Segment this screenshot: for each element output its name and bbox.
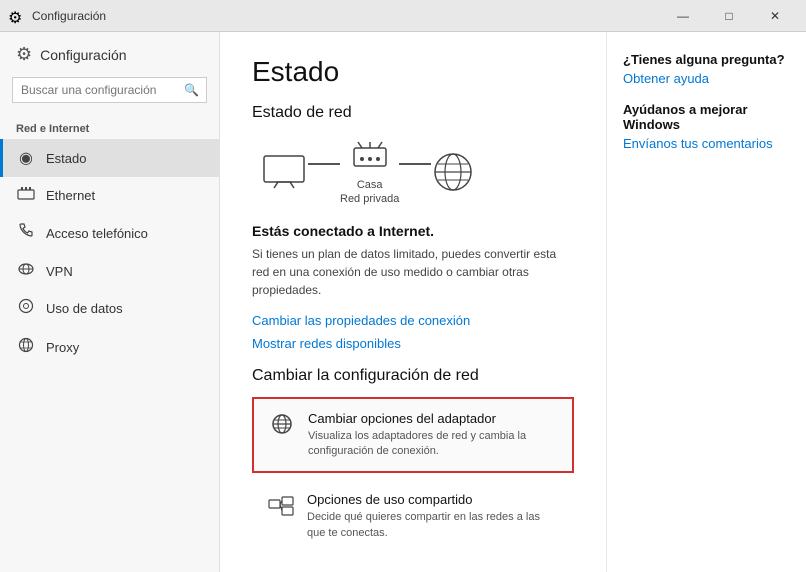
- cambiar-config-title: Cambiar la configuración de red: [252, 367, 574, 385]
- page-title: Estado: [252, 56, 574, 88]
- sidebar-item-label-uso: Uso de datos: [46, 301, 123, 316]
- sidebar-header-title: Configuración: [40, 47, 126, 63]
- sidebar-section-label: Red e Internet: [0, 115, 219, 139]
- feedback-link[interactable]: Envíanos tus comentarios: [623, 136, 790, 151]
- improve-label: Ayúdanos a mejorar Windows: [623, 102, 790, 132]
- sidebar-item-estado[interactable]: ◉ Estado: [0, 139, 219, 177]
- sidebar-item-label-vpn: VPN: [46, 264, 73, 279]
- connected-text: Estás conectado a Internet.: [252, 223, 574, 239]
- help-link[interactable]: Obtener ayuda: [623, 71, 790, 86]
- sidebar-search[interactable]: 🔍: [12, 77, 207, 103]
- pc-node: [260, 154, 308, 190]
- compartido-title: Opciones de uso compartido: [307, 492, 559, 507]
- search-input[interactable]: [12, 77, 207, 103]
- data-icon: [16, 298, 36, 319]
- search-icon: 🔍: [184, 83, 199, 97]
- maximize-button[interactable]: □: [706, 0, 752, 32]
- option-cambiar-adaptador[interactable]: Cambiar opciones del adaptador Visualiza…: [252, 397, 574, 474]
- compartido-icon: [267, 494, 295, 522]
- estado-icon: ◉: [16, 148, 36, 168]
- sidebar-item-label-proxy: Proxy: [46, 340, 79, 355]
- router-label: CasaRed privada: [340, 178, 399, 207]
- sidebar-item-vpn[interactable]: VPN: [0, 253, 219, 289]
- title-bar: ⚙ Configuración — □ ✕: [0, 0, 806, 32]
- title-bar-left: ⚙ Configuración: [8, 8, 106, 24]
- sidebar-item-ethernet[interactable]: Ethernet: [0, 177, 219, 214]
- compartido-desc: Decide qué quieres compartir en las rede…: [307, 510, 559, 541]
- network-section-title: Estado de red: [252, 104, 574, 122]
- network-diagram: CasaRed privada: [260, 138, 574, 207]
- option-solucionador[interactable]: Solucionador de problemas de red Diagnos…: [252, 560, 574, 572]
- feedback-section: Ayúdanos a mejorar Windows Envíanos tus …: [623, 102, 790, 151]
- sidebar-header: ⚙ Configuración: [0, 32, 219, 73]
- sidebar-header-icon: ⚙: [16, 44, 32, 65]
- main-content: Estado Estado de red: [220, 32, 606, 572]
- pc-icon: [260, 154, 308, 190]
- app-icon: ⚙: [8, 8, 24, 24]
- sidebar: ⚙ Configuración 🔍 Red e Internet ◉ Estad…: [0, 32, 220, 572]
- app-body: ⚙ Configuración 🔍 Red e Internet ◉ Estad…: [0, 32, 806, 572]
- cambiar-propiedades-link[interactable]: Cambiar las propiedades de conexión: [252, 313, 574, 328]
- minimize-button[interactable]: —: [660, 0, 706, 32]
- sidebar-item-proxy[interactable]: Proxy: [0, 328, 219, 367]
- title-bar-title: Configuración: [32, 9, 106, 23]
- globe-icon: [431, 150, 475, 194]
- connected-desc: Si tienes un plan de datos limitado, pue…: [252, 245, 574, 299]
- net-line-2: [399, 163, 431, 165]
- adaptador-content: Cambiar opciones del adaptador Visualiza…: [308, 411, 558, 460]
- sidebar-item-label-acceso: Acceso telefónico: [46, 226, 148, 241]
- option-uso-compartido[interactable]: Opciones de uso compartido Decide qué qu…: [252, 479, 574, 554]
- sidebar-item-label-ethernet: Ethernet: [46, 188, 95, 203]
- sidebar-item-acceso-telefonico[interactable]: Acceso telefónico: [0, 214, 219, 253]
- help-section: ¿Tienes alguna pregunta? Obtener ayuda: [623, 52, 790, 86]
- close-button[interactable]: ✕: [752, 0, 798, 32]
- router-node: CasaRed privada: [340, 138, 399, 207]
- sidebar-item-label-estado: Estado: [46, 151, 86, 166]
- title-bar-controls: — □ ✕: [660, 0, 798, 32]
- compartido-content: Opciones de uso compartido Decide qué qu…: [307, 492, 559, 541]
- question-label: ¿Tienes alguna pregunta?: [623, 52, 790, 67]
- mostrar-redes-link[interactable]: Mostrar redes disponibles: [252, 336, 574, 351]
- router-icon: [350, 138, 390, 174]
- adaptador-icon: [268, 413, 296, 441]
- proxy-icon: [16, 337, 36, 358]
- adaptador-desc: Visualiza los adaptadores de red y cambi…: [308, 429, 558, 460]
- right-panel: ¿Tienes alguna pregunta? Obtener ayuda A…: [606, 32, 806, 572]
- phone-icon: [16, 223, 36, 244]
- net-line-1: [308, 163, 340, 165]
- vpn-icon: [16, 262, 36, 280]
- ethernet-icon: [16, 186, 36, 205]
- sidebar-item-uso-datos[interactable]: Uso de datos: [0, 289, 219, 328]
- adaptador-title: Cambiar opciones del adaptador: [308, 411, 558, 426]
- globe-node: [431, 150, 475, 194]
